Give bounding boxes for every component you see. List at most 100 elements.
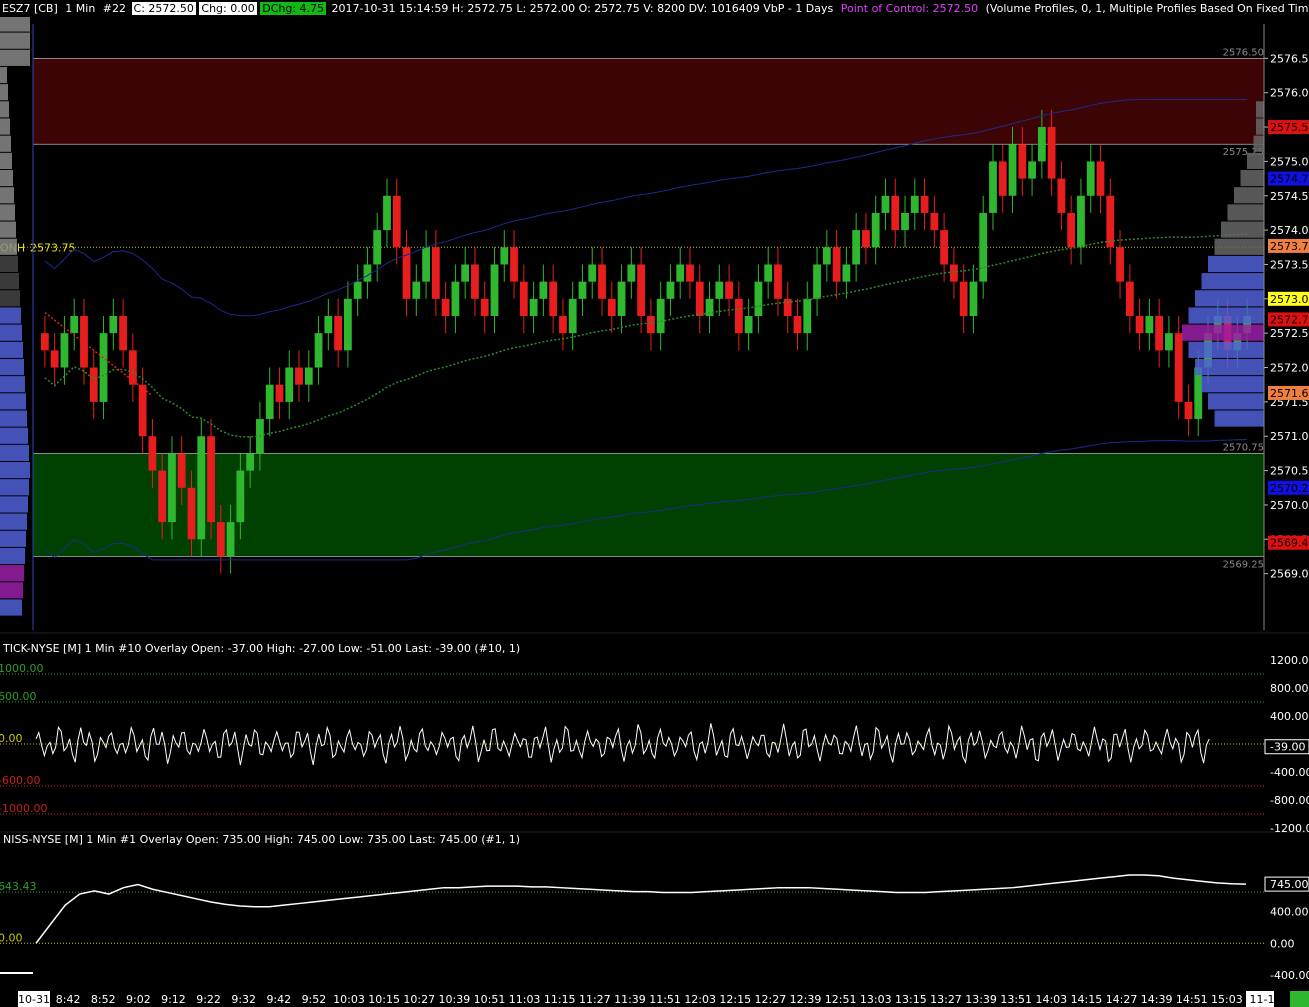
candle-body [324,316,333,334]
candle-body [1067,212,1076,248]
tick-axis-label: 800.00 [1270,682,1309,695]
right-profile-bar [1214,238,1264,255]
bar-info: 2017-10-31 15:14:59 H: 2572.75 L: 2572.0… [331,2,834,15]
x-axis-tick-label: 9:02 [126,993,151,1006]
candle-body [998,161,1007,196]
candle-body [128,350,137,385]
x-axis-tick-label: 12:39 [790,993,822,1006]
candle-body [119,316,127,351]
candle-body [637,264,645,316]
left-profile-bar [0,238,17,255]
candle-body [1135,316,1144,334]
candle-body [353,281,362,299]
left-profile-bar [0,221,16,238]
change-value: Chg: 0.00 [199,2,257,15]
candle-body [490,264,499,316]
candle-body [1106,195,1115,248]
candle-body [578,281,587,299]
level-tag-label: 2572.70 [1270,313,1309,326]
candle-body [539,281,548,299]
bar-number: #22 [102,2,127,15]
left-profile-bar [0,496,28,513]
y-axis-tick-label: 2576.00 [1270,87,1309,100]
chart-canvas[interactable]: 2576.502575.252570.752569.25ONH2573.7525… [0,0,1309,1007]
candle-body [568,298,577,334]
left-profile-bar [0,462,30,479]
tick-axis-label: -400.00 [1270,766,1309,779]
candle-body [910,195,919,213]
right-profile-bar [1188,307,1264,324]
candle-body [891,195,900,231]
y-axis-tick-label: 2570.50 [1270,465,1309,478]
candle-body [1145,316,1154,334]
candle-body [383,195,391,231]
tick-study-title: TICK-NYSE [M] 1 Min #10 Overlay Open: -3… [3,642,521,655]
candle-body [1194,367,1203,420]
y-axis-tick-label: 2569.00 [1270,568,1309,581]
tick-ref-label: 0.00 [0,732,23,745]
candle-body [1077,195,1085,248]
candle-body [451,281,460,316]
x-axis-tick-label: 10:39 [439,993,471,1006]
y-axis-tick-label: 2572.50 [1270,327,1309,340]
x-axis-tick-label: 11:51 [649,993,681,1006]
candle-body [275,384,284,402]
candle-body [764,264,773,282]
candle-body [559,316,567,334]
candle-body [1028,161,1036,179]
candle-body [822,247,831,265]
interval-label: 1 Min [65,2,96,15]
candle-body [832,247,841,282]
x-axis-tick-label: 9:12 [161,993,186,1006]
candle-body [158,470,167,523]
x-axis-tick-label: 8:42 [56,993,81,1006]
chart-header: ESZ7 [CB] 1 Min #22 C: 2572.50 Chg: 0.00… [0,0,1309,17]
left-profile-bar [0,101,9,118]
right-profile-bar [1253,135,1264,152]
niss-study-title: NISS-NYSE [M] 1 Min #1 Overlay Open: 735… [3,833,521,846]
left-profile-bar [0,204,15,221]
left-profile-bar [0,135,11,152]
left-profile-bar [0,66,7,84]
candle-body [1047,127,1056,179]
candle-body [207,436,215,523]
candle-body [216,522,225,557]
tick-ref-label: -600.00 [0,774,40,787]
left-profile-bar [0,444,29,461]
right-profile-bar [1234,187,1264,204]
right-profile-bar [1195,290,1264,307]
candle-body [422,247,430,282]
candle-body [647,316,655,334]
candle-body [803,298,812,334]
y-axis-tick-label: 2573.50 [1270,258,1309,271]
x-axis-tick-label: 14:27 [1106,993,1138,1006]
candle-body [734,298,743,334]
candle-body [901,212,909,231]
candle-body [715,281,724,299]
candle-body [41,333,49,351]
left-profile-bar [0,255,18,273]
candle-body [1174,333,1183,402]
candle-body [1096,161,1105,196]
candle-body [686,264,694,282]
onh-value: 2573.75 [30,241,76,254]
right-profile-bar [1214,410,1264,427]
x-axis-tick-label: 9:42 [266,993,291,1006]
x-axis-tick-label: 9:32 [231,993,256,1006]
x-axis-tick-label: 13:27 [930,993,962,1006]
candle-body [1018,144,1027,179]
left-profile-bar [0,324,22,341]
candle-body [989,161,997,213]
left-profile-bar [0,513,27,530]
right-profile-bar [1201,273,1264,290]
support-zone-top-label: 2570.75 [1223,442,1264,453]
left-profile-bar [0,152,12,169]
candle-body [226,522,235,557]
level-tag-label: 2570.25 [1270,482,1309,495]
candle-body [695,281,704,316]
candle-body [60,333,69,368]
right-profile-bar [1247,152,1264,169]
candle-body [109,316,118,334]
candle-body [529,298,538,316]
left-profile-bar [0,170,13,187]
